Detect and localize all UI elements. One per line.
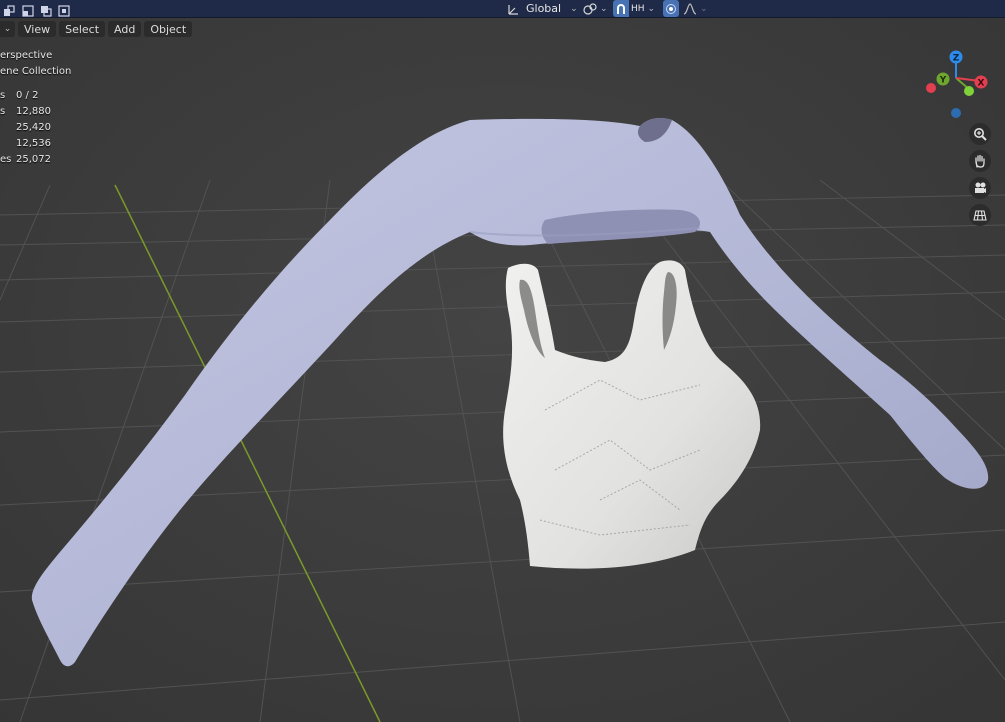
x-axis-label: X bbox=[978, 79, 985, 89]
orientation-label: Global bbox=[526, 2, 562, 15]
grid-ortho-icon[interactable] bbox=[969, 204, 991, 226]
select-subtract-icon[interactable] bbox=[40, 2, 52, 17]
neg-x-axis-dot bbox=[926, 83, 936, 93]
menu-object[interactable]: Object bbox=[144, 21, 193, 37]
orientation-icon bbox=[508, 4, 518, 15]
camera-icon[interactable] bbox=[969, 177, 991, 199]
select-intersect-icon[interactable] bbox=[58, 2, 70, 17]
falloff-dropdown[interactable]: ⌄ bbox=[683, 0, 708, 17]
snap-target-dropdown[interactable]: HH ⌄ bbox=[631, 0, 655, 17]
zoom-icon[interactable] bbox=[969, 123, 991, 145]
transform-orientation-dropdown[interactable]: Global ⌄ bbox=[507, 0, 578, 17]
chevron-down-icon: ⌄ bbox=[570, 3, 578, 14]
menu-view[interactable]: View bbox=[18, 21, 57, 37]
chevron-down-icon: ⌄ bbox=[600, 3, 608, 14]
mode-dropdown-chevron[interactable]: ⌄ bbox=[0, 21, 15, 37]
z-axis-label: Z bbox=[953, 54, 960, 64]
chevron-down-icon: ⌄ bbox=[700, 3, 708, 14]
stat-value: 25,420 bbox=[16, 122, 51, 133]
chevron-down-icon: ⌄ bbox=[647, 3, 656, 14]
pivot-icon bbox=[583, 2, 597, 15]
snap-toggle[interactable] bbox=[613, 0, 629, 17]
menu-select[interactable]: Select bbox=[59, 21, 106, 37]
neg-z-axis-dot bbox=[951, 108, 961, 118]
scene-render[interactable] bbox=[0, 0, 1005, 722]
viewport-header-menus: ⌄ View Select Add Object bbox=[0, 20, 195, 38]
stat-label: s bbox=[0, 106, 6, 117]
stat-value: 12,880 bbox=[16, 106, 51, 117]
navigation-gizmo[interactable]: Z Y X bbox=[922, 48, 992, 123]
stat-label: es bbox=[0, 154, 12, 165]
select-mode-icon[interactable] bbox=[3, 2, 15, 16]
3d-viewport[interactable]: Global ⌄ ⌄ HH ⌄ ⌄ ⌄ View Select Add Obje… bbox=[0, 0, 1005, 722]
snap-label: HH bbox=[631, 3, 645, 14]
stat-label: s bbox=[0, 90, 6, 101]
stat-value: 12,536 bbox=[16, 138, 51, 149]
view-name: erspective bbox=[0, 50, 53, 61]
header-bar: Global ⌄ ⌄ HH ⌄ ⌄ bbox=[0, 0, 1005, 18]
stat-value: 25,072 bbox=[16, 154, 51, 165]
falloff-curve-icon bbox=[683, 2, 697, 15]
proportional-editing-toggle[interactable] bbox=[663, 0, 679, 17]
viewport-text-info: erspective ene Collection bbox=[0, 48, 71, 80]
neg-y-axis-dot bbox=[964, 86, 974, 96]
y-axis-label: Y bbox=[939, 76, 947, 86]
collection-name: ene Collection bbox=[0, 66, 72, 77]
stat-value: 0 / 2 bbox=[16, 90, 39, 101]
proportional-icon bbox=[666, 3, 676, 14]
pivot-point-dropdown[interactable]: ⌄ bbox=[583, 0, 608, 17]
magnet-icon bbox=[617, 3, 625, 14]
select-extend-icon[interactable] bbox=[22, 2, 34, 17]
hand-pan-icon[interactable] bbox=[969, 150, 991, 172]
menu-add[interactable]: Add bbox=[108, 21, 142, 37]
